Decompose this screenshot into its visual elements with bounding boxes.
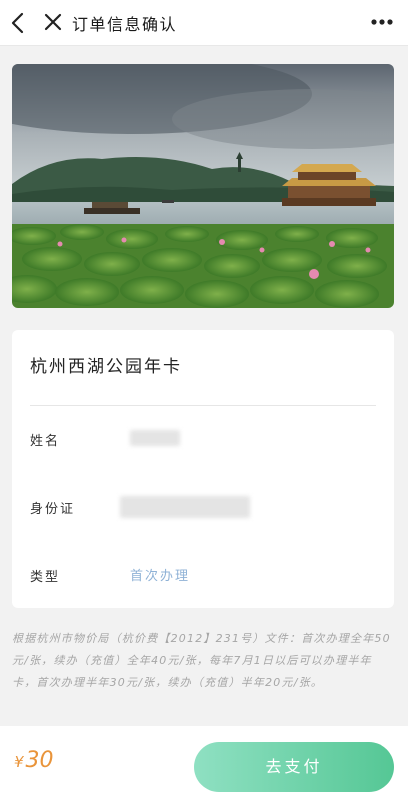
pay-button[interactable]: 去支付 xyxy=(194,742,394,792)
divider xyxy=(30,405,376,406)
top-bar: 订单信息确认 xyxy=(0,0,408,46)
pricing-notice: 根据杭州市物价局（杭价费【2012】231号）文件：首次办理全年50元/张，续办… xyxy=(12,632,391,689)
name-label: 姓名 xyxy=(30,434,61,449)
price-amount: 30 xyxy=(25,748,54,773)
total-price: ¥30 xyxy=(14,748,54,773)
type-value: 首次办理 xyxy=(130,569,191,584)
chevron-left-icon[interactable] xyxy=(8,10,30,36)
page-title: 订单信息确认 xyxy=(72,15,178,34)
close-icon[interactable] xyxy=(42,11,64,33)
type-label: 类型 xyxy=(30,570,61,585)
id-label: 身份证 xyxy=(30,502,76,517)
name-value-redacted xyxy=(130,430,180,446)
product-title: 杭州西湖公园年卡 xyxy=(30,357,182,377)
id-value-redacted xyxy=(120,496,250,518)
banner-image xyxy=(12,64,394,308)
more-icon[interactable] xyxy=(370,18,394,26)
order-info-card: 杭州西湖公园年卡 姓名 身份证 类型 首次办理 xyxy=(12,330,394,608)
currency-symbol: ¥ xyxy=(14,753,24,771)
payment-bar: ¥30 去支付 xyxy=(0,726,408,794)
